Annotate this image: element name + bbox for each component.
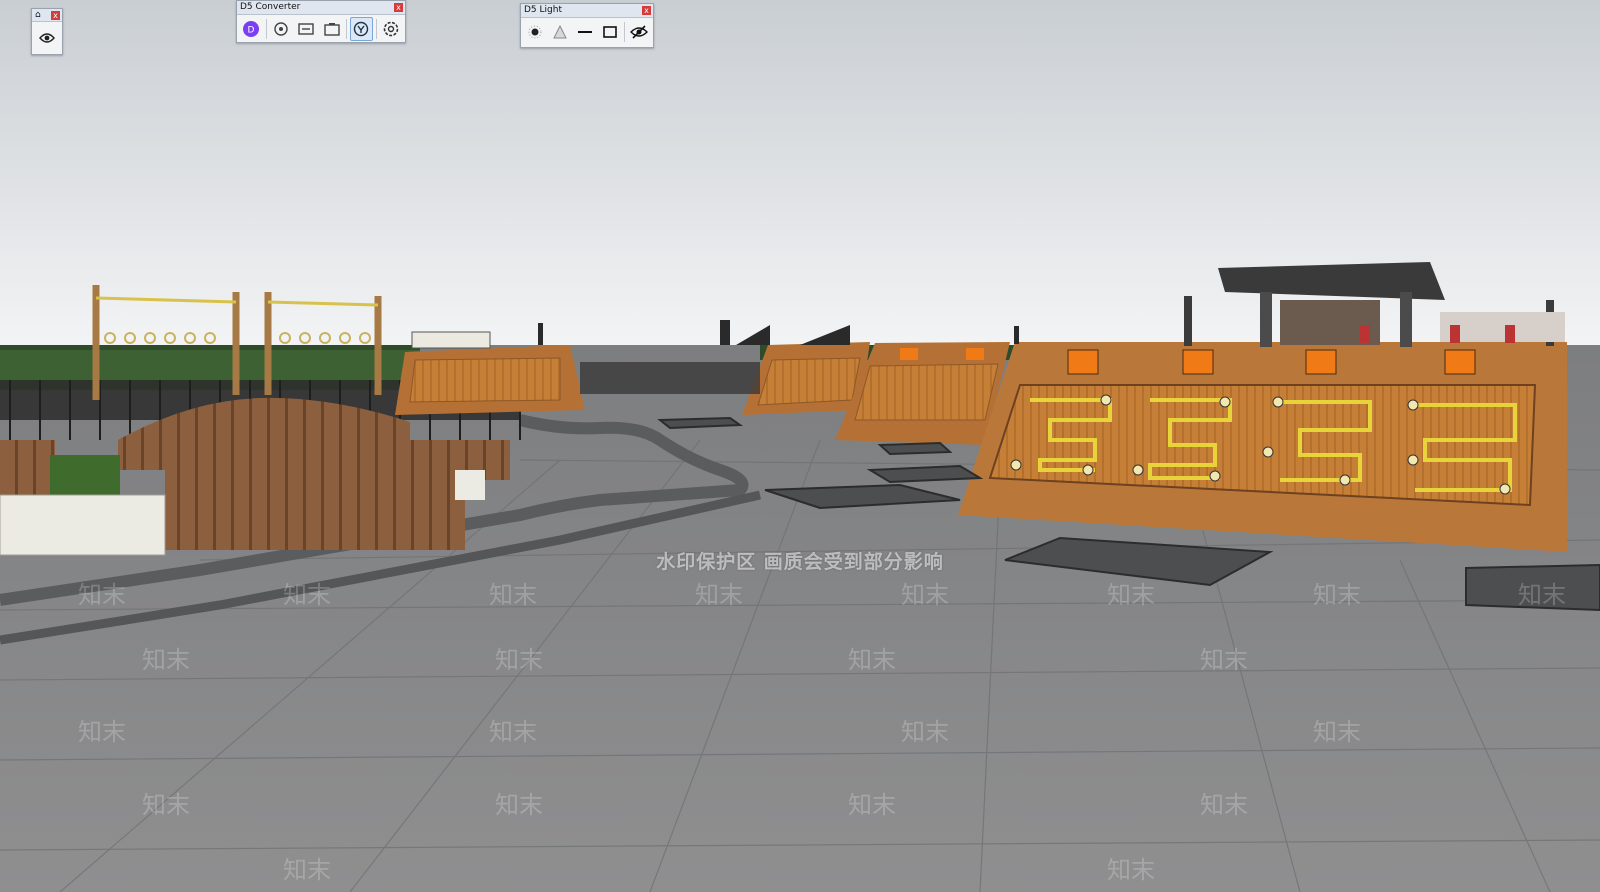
d5-converter-title: D5 Converter (240, 2, 301, 12)
toolbar-separator (624, 22, 625, 42)
svg-text:D: D (248, 26, 255, 36)
settings-icon[interactable] (379, 17, 402, 41)
point-light-icon[interactable] (524, 20, 546, 44)
d5-converter-toolbar: D5 Converter x D (236, 0, 406, 43)
d5-converter-close-button[interactable]: x (394, 3, 403, 12)
d5-light-close-button[interactable]: x (642, 6, 651, 15)
tag-toolbar-close-button[interactable]: x (51, 11, 60, 20)
tag-toolbar-title: ⌂ x (32, 9, 62, 22)
toolbar-separator (265, 19, 267, 39)
viewport-scene[interactable] (0, 0, 1600, 892)
climbing-wall-front (958, 342, 1567, 552)
d5-light-toolbar: D5 Light x (520, 3, 654, 48)
rect-light-icon[interactable] (599, 20, 621, 44)
render-icon[interactable] (269, 17, 292, 41)
sky (0, 0, 1600, 350)
tag-icon[interactable]: ⌂ (35, 9, 41, 22)
tag-toolbar: ⌂ x (31, 8, 63, 55)
toolbar-separator (375, 19, 377, 39)
d5-converter-title-bar[interactable]: D5 Converter x (237, 1, 405, 15)
climbing-wall-back (395, 345, 585, 415)
link-icon[interactable] (350, 17, 373, 41)
hide-lights-icon[interactable] (628, 20, 650, 44)
d5-logo-icon[interactable]: D (240, 17, 263, 41)
d5-light-title-bar[interactable]: D5 Light x (521, 4, 653, 18)
camera-icon[interactable] (321, 17, 344, 41)
strip-light-icon[interactable] (574, 20, 596, 44)
toolbar-separator (346, 19, 347, 39)
spot-light-icon[interactable] (549, 20, 571, 44)
sync-icon[interactable] (295, 17, 318, 41)
d5-light-title: D5 Light (524, 5, 562, 15)
eye-icon[interactable] (35, 26, 59, 50)
